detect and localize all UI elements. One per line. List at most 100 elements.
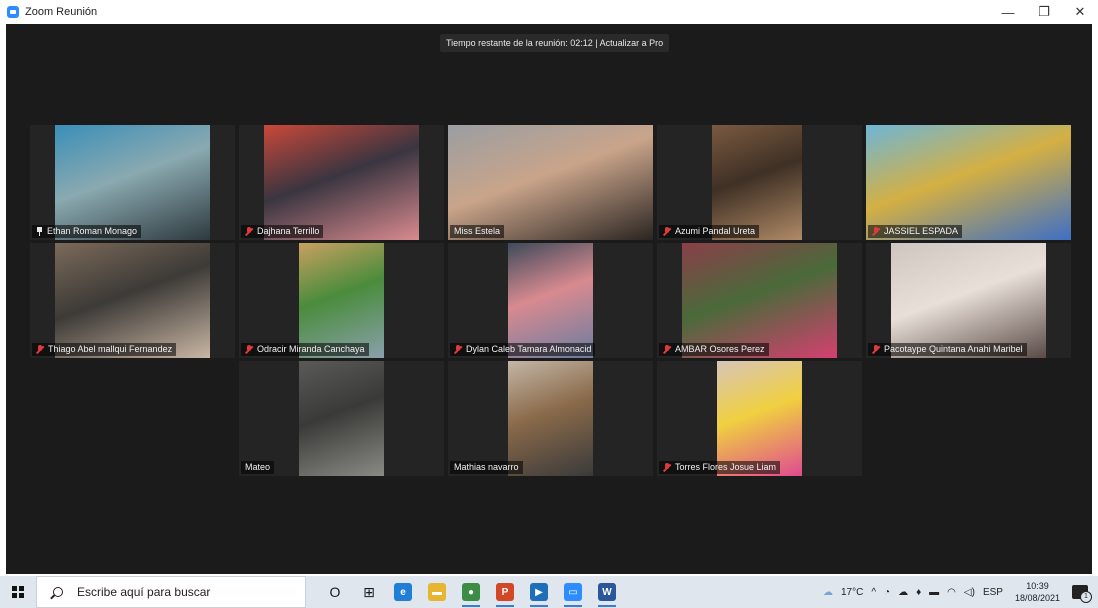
pin-icon xyxy=(36,227,43,236)
participant-name-bar: Azumi Pandal Ureta xyxy=(659,225,760,238)
notification-center-icon[interactable] xyxy=(1072,585,1092,603)
participant-tile[interactable]: Pacotaype Quintana Anahi Maribel xyxy=(866,243,1071,358)
file-explorer-icon: ▬ xyxy=(428,583,446,601)
taskbar-apps: O ⊞ e ▬ ● P ▶ ▭ W xyxy=(318,576,624,608)
participant-video xyxy=(717,361,802,476)
file-explorer-taskbar-button[interactable]: ▬ xyxy=(420,576,454,608)
meeting-time-banner[interactable]: Tiempo restante de la reunión: 02:12 | A… xyxy=(440,34,670,52)
muted-mic-icon xyxy=(245,345,253,354)
participant-name: Azumi Pandal Ureta xyxy=(675,226,756,236)
cortana-taskbar-button[interactable]: O xyxy=(318,576,352,608)
participant-video xyxy=(299,243,384,358)
muted-mic-icon xyxy=(663,227,671,236)
participant-name-bar: Dylan Caleb Tamara Almonacid xyxy=(450,343,596,356)
media-player-taskbar-button[interactable]: ▶ xyxy=(522,576,556,608)
chrome-icon: ● xyxy=(462,583,480,601)
cortana-icon: O xyxy=(329,584,341,600)
participant-tile[interactable]: Mathias navarro xyxy=(448,361,653,476)
participant-tile[interactable]: Dylan Caleb Tamara Almonacid xyxy=(448,243,653,358)
participant-video xyxy=(891,243,1046,358)
participant-tile[interactable]: JASSIEL ESPADA xyxy=(866,125,1071,240)
participant-tile[interactable]: Dajhana Terrillo xyxy=(239,125,444,240)
weather-icon[interactable]: ☁ xyxy=(823,587,833,598)
muted-mic-icon xyxy=(872,227,880,236)
zoom-taskbar-button[interactable]: ▭ xyxy=(556,576,590,608)
taskbar-search[interactable]: Escribe aquí para buscar xyxy=(36,576,306,608)
zoom-logo-icon xyxy=(7,6,19,18)
participant-video xyxy=(682,243,837,358)
minimize-button[interactable]: — xyxy=(990,0,1026,24)
word-taskbar-button[interactable]: W xyxy=(590,576,624,608)
participant-name: Thiago Abel mallqui Fernandez xyxy=(48,344,173,354)
language-indicator[interactable]: ESP xyxy=(983,587,1003,598)
battery-icon[interactable]: ▬ xyxy=(929,587,939,598)
participant-tile[interactable]: Torres Flores Josue Liam xyxy=(657,361,862,476)
participant-tile[interactable]: Thiago Abel mallqui Fernandez xyxy=(30,243,235,358)
muted-mic-icon xyxy=(454,345,462,354)
task-view-taskbar-button[interactable]: ⊞ xyxy=(352,576,386,608)
participant-tile[interactable]: AMBAR Osores Perez xyxy=(657,243,862,358)
participant-name-bar: JASSIEL ESPADA xyxy=(868,225,963,238)
participant-tile[interactable]: Mateo xyxy=(239,361,444,476)
muted-mic-icon xyxy=(663,345,671,354)
media-player-icon: ▶ xyxy=(530,583,548,601)
participant-video xyxy=(508,243,593,358)
participant-video xyxy=(712,125,802,240)
participant-video xyxy=(299,361,384,476)
edge-taskbar-button[interactable]: e xyxy=(386,576,420,608)
participant-name: Odracir Miranda Canchaya xyxy=(257,344,365,354)
muted-mic-icon xyxy=(663,463,671,472)
window-controls: — ❐ ✕ xyxy=(990,0,1098,24)
zoom-icon: ▭ xyxy=(564,583,582,601)
participant-name-bar: AMBAR Osores Perez xyxy=(659,343,769,356)
tray-app-icon[interactable]: ◔ xyxy=(884,587,890,598)
participant-name: Mathias navarro xyxy=(454,462,519,472)
muted-mic-icon xyxy=(872,345,880,354)
participant-tile[interactable]: Ethan Roman Monago xyxy=(30,125,235,240)
participant-name-bar: Thiago Abel mallqui Fernandez xyxy=(32,343,177,356)
participant-video xyxy=(264,125,419,240)
microphone-icon[interactable]: ♦ xyxy=(916,587,921,598)
weather-temp[interactable]: 17°C xyxy=(841,587,863,598)
participant-name-bar: Mathias navarro xyxy=(450,461,523,474)
close-button[interactable]: ✕ xyxy=(1062,0,1098,24)
participant-tile[interactable]: Azumi Pandal Ureta xyxy=(657,125,862,240)
participant-name: JASSIEL ESPADA xyxy=(884,226,959,236)
cloud-icon[interactable]: ☁ xyxy=(898,587,908,598)
edge-icon: e xyxy=(394,583,412,601)
meeting-gallery: Tiempo restante de la reunión: 02:12 | A… xyxy=(6,24,1092,574)
restore-button[interactable]: ❐ xyxy=(1026,0,1062,24)
powerpoint-taskbar-button[interactable]: P xyxy=(488,576,522,608)
participant-name-bar: Mateo xyxy=(241,461,275,474)
participant-name-bar: Odracir Miranda Canchaya xyxy=(241,343,369,356)
participant-tile[interactable]: Odracir Miranda Canchaya xyxy=(239,243,444,358)
participant-name: Ethan Roman Monago xyxy=(47,226,138,236)
wifi-icon[interactable]: ◠ xyxy=(947,587,956,598)
system-tray: ☁ 17°C ^ ◔ ☁ ♦ ▬ ◠ ◁) ESP 10:39 18/08/20… xyxy=(819,576,1098,608)
search-icon xyxy=(53,587,63,597)
participant-name: Dajhana Terrillo xyxy=(257,226,320,236)
start-button[interactable] xyxy=(0,576,36,608)
show-hidden-icons-icon[interactable]: ^ xyxy=(871,587,876,598)
word-icon: W xyxy=(598,583,616,601)
participant-name: Torres Flores Josue Liam xyxy=(675,462,777,472)
participant-tile[interactable]: Miss Estela xyxy=(448,125,653,240)
title-bar: Zoom Reunión — ❐ ✕ xyxy=(0,0,1098,24)
participant-video xyxy=(508,361,593,476)
participant-name: Mateo xyxy=(245,462,271,472)
participant-video xyxy=(866,125,1071,240)
clock[interactable]: 10:39 18/08/2021 xyxy=(1015,580,1060,604)
participant-name: Miss Estela xyxy=(454,226,501,236)
participant-name-bar: Ethan Roman Monago xyxy=(32,225,142,238)
volume-icon[interactable]: ◁) xyxy=(964,587,975,598)
window-title: Zoom Reunión xyxy=(25,6,98,18)
windows-logo-icon xyxy=(12,586,24,598)
participant-video xyxy=(55,243,210,358)
participant-name-bar: Dajhana Terrillo xyxy=(241,225,324,238)
participant-name-bar: Miss Estela xyxy=(450,225,505,238)
participant-video xyxy=(448,125,653,240)
participant-video xyxy=(55,125,210,240)
participant-name: Dylan Caleb Tamara Almonacid xyxy=(466,344,592,354)
muted-mic-icon xyxy=(36,345,44,354)
chrome-taskbar-button[interactable]: ● xyxy=(454,576,488,608)
